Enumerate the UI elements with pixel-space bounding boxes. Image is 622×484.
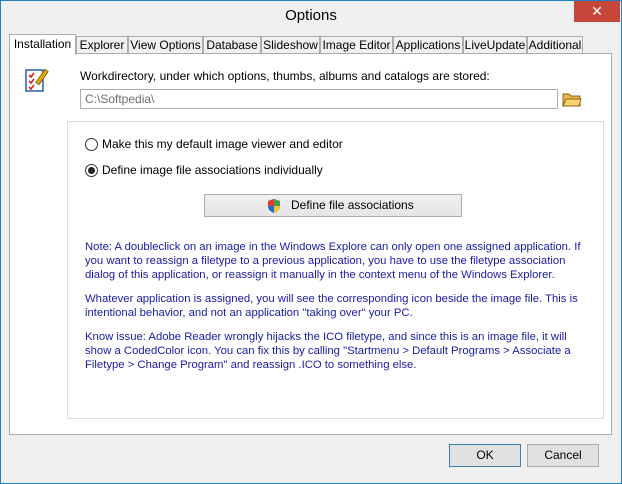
tab-applications[interactable]: Applications (393, 36, 463, 53)
tab-view-options[interactable]: View Options (128, 36, 203, 53)
radio-button[interactable] (85, 164, 98, 177)
close-icon: ✕ (591, 3, 603, 19)
note-paragraph: Note: A doubleclick on an image in the W… (85, 241, 581, 281)
tab-explorer[interactable]: Explorer (76, 36, 128, 53)
settings-checklist-icon (24, 67, 50, 95)
workdir-label: Workdirectory, under which options, thum… (80, 69, 490, 83)
tab-slideshow[interactable]: Slideshow (261, 36, 320, 53)
installation-panel: Workdirectory, under which options, thum… (9, 53, 612, 435)
tab-liveupdate[interactable]: LiveUpdate (463, 36, 527, 53)
title-bar: Options ✕ (1, 1, 621, 31)
tab-database[interactable]: Database (203, 36, 261, 53)
radio-button[interactable] (85, 138, 98, 151)
ok-button[interactable]: OK (449, 444, 521, 467)
close-button[interactable]: ✕ (574, 1, 620, 22)
options-dialog: Options ✕ Installation Explorer View Opt… (0, 0, 622, 484)
cancel-button[interactable]: Cancel (527, 444, 599, 467)
association-group: Make this my default image viewer and ed… (67, 121, 604, 419)
define-button-label: Define file associations (291, 198, 414, 212)
define-file-associations-button[interactable]: Define file associations (204, 194, 462, 217)
tab-additional[interactable]: Additional (527, 36, 583, 53)
note-paragraph: Know issue: Adobe Reader wrongly hijacks… (85, 331, 571, 371)
tab-image-editor[interactable]: Image Editor (320, 36, 393, 53)
radio-label: Define image file associations individua… (102, 163, 323, 177)
radio-selected-dot (88, 167, 95, 174)
workdir-input[interactable] (80, 89, 558, 109)
window-title: Options (285, 7, 337, 24)
note-paragraph: Whatever application is assigned, you wi… (85, 293, 578, 319)
tab-installation[interactable]: Installation (9, 34, 76, 55)
radio-label: Make this my default image viewer and ed… (102, 137, 343, 151)
folder-open-icon[interactable] (562, 90, 582, 108)
uac-shield-icon (267, 198, 281, 214)
